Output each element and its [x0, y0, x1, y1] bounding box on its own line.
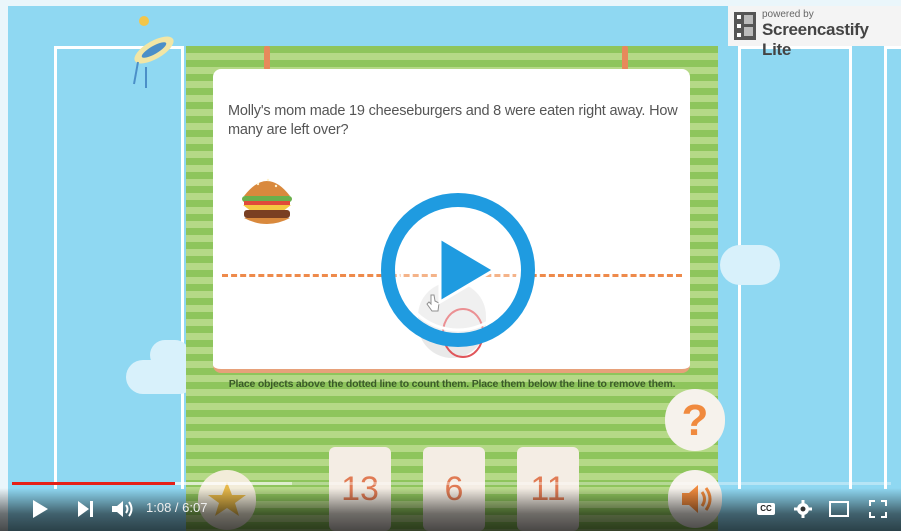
volume-icon[interactable] [110, 498, 136, 520]
progress-played[interactable] [12, 482, 175, 485]
settings-gear-icon[interactable] [793, 499, 813, 519]
time-display: 1:08 / 6:07 [146, 500, 208, 515]
powered-by-label: powered by [762, 9, 814, 20]
play-button-icon[interactable] [30, 498, 50, 520]
instruction-text: Place objects above the dotted line to c… [228, 378, 676, 390]
left-pillar [54, 46, 184, 489]
help-button[interactable]: ? [665, 389, 725, 451]
cloud [720, 245, 780, 285]
screencastify-watermark: powered by Screencastify Lite [728, 6, 901, 59]
theater-mode-icon[interactable] [828, 500, 850, 518]
cheeseburger-icon[interactable] [238, 170, 296, 234]
right-pillar-edge [884, 46, 901, 489]
captions-icon[interactable]: CC [757, 503, 775, 515]
question-text: Molly's mom made 19 cheeseburgers and 8 … [228, 103, 678, 138]
ufo-icon [133, 16, 174, 88]
board-peg [264, 46, 270, 70]
fullscreen-icon[interactable] [868, 499, 888, 519]
next-button-icon[interactable] [74, 498, 96, 520]
brand-label: Screencastify Lite [762, 20, 869, 59]
board-peg [622, 46, 628, 70]
video-frame[interactable]: Molly's mom made 19 cheeseburgers and 8 … [0, 0, 901, 531]
play-icon[interactable] [378, 190, 538, 350]
film-strip-icon [734, 12, 756, 40]
cloud [150, 340, 190, 370]
